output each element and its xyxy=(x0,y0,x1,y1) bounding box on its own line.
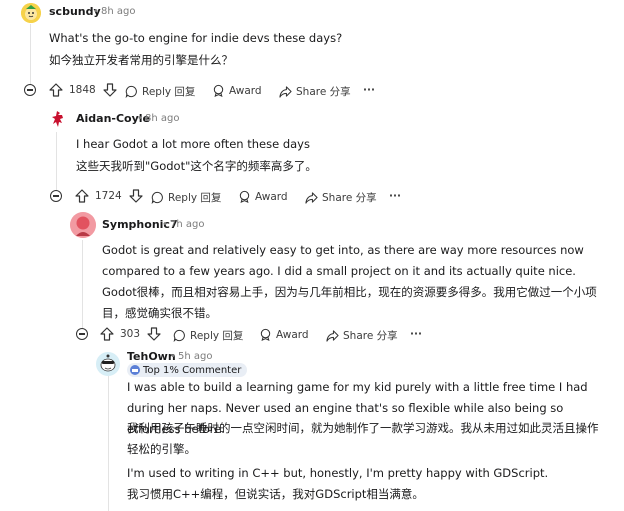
share-icon xyxy=(305,191,318,204)
comment-text-zh: Godot很棒，而且相对容易上手，因为与几年前相比，现在的资源要多得多。我用它做… xyxy=(102,285,597,320)
comment-text-zh: 我习惯用C++编程，但说实话，我对GDScript相当满意。 xyxy=(127,487,424,501)
comment-text-en: I hear Godot a lot more often these days xyxy=(76,137,310,151)
avatar[interactable] xyxy=(21,3,41,23)
separator-dot: • xyxy=(137,113,143,124)
upvote-icon[interactable] xyxy=(49,83,63,97)
share-label: Share 分享 xyxy=(322,192,377,204)
share-label: Share 分享 xyxy=(343,330,398,342)
upvote-icon[interactable] xyxy=(75,189,89,203)
vote-count: 303 xyxy=(120,328,141,340)
comment-text-en: What's the go-to engine for indie devs t… xyxy=(49,31,343,45)
thread-line-4[interactable] xyxy=(108,376,109,511)
comment-bubble-icon xyxy=(173,329,186,342)
reply-button[interactable]: Reply 回复 xyxy=(151,190,221,205)
award-label: Award xyxy=(255,190,288,203)
avatar[interactable] xyxy=(48,109,68,129)
award-label: Award xyxy=(229,84,262,97)
more-options-button[interactable]: ··· xyxy=(363,84,375,96)
thread-line-3[interactable] xyxy=(82,240,83,334)
vote-bar: 1848 xyxy=(49,83,117,97)
award-button[interactable]: Award xyxy=(212,84,262,97)
comment-text-en: I'm used to writing in C++ but, honestly… xyxy=(127,466,549,480)
vote-count: 1848 xyxy=(69,84,96,96)
username[interactable]: TehOwn xyxy=(127,350,176,363)
reply-label: Reply 回复 xyxy=(142,86,196,98)
avatar[interactable] xyxy=(70,212,96,238)
award-button[interactable]: Award xyxy=(259,328,309,341)
comment-bubble-icon xyxy=(125,85,138,98)
user-avatar-icon xyxy=(21,3,41,23)
share-label: Share 分享 xyxy=(296,86,351,98)
collapse-thread-button[interactable] xyxy=(76,328,88,340)
downvote-icon[interactable] xyxy=(147,327,161,341)
comment-bubble-icon xyxy=(151,191,164,204)
reply-label: Reply 回复 xyxy=(168,192,222,204)
share-button[interactable]: Share 分享 xyxy=(305,190,377,205)
downvote-icon[interactable] xyxy=(103,83,117,97)
award-icon xyxy=(212,84,225,97)
snoo-avatar-icon xyxy=(96,352,120,376)
vote-bar: 1724 xyxy=(75,189,143,203)
user-avatar-icon xyxy=(70,212,96,238)
separator-dot: • xyxy=(93,6,99,17)
comment-text-zh: 这些天我听到"Godot"这个名字的频率高多了。 xyxy=(76,159,317,173)
reply-button[interactable]: Reply 回复 xyxy=(173,328,243,343)
flair-icon xyxy=(130,365,140,375)
thread-line-1[interactable] xyxy=(30,24,31,90)
share-icon xyxy=(326,329,339,342)
collapse-thread-button[interactable] xyxy=(24,84,36,96)
share-button[interactable]: Share 分享 xyxy=(326,328,398,343)
comment-text-zh: 如今独立开发者常用的引擎是什么？ xyxy=(49,53,233,67)
separator-dot: • xyxy=(170,351,176,362)
timestamp[interactable]: 7h ago xyxy=(170,219,204,230)
upvote-icon[interactable] xyxy=(100,327,114,341)
timestamp[interactable]: 8h ago xyxy=(101,6,135,17)
more-options-button[interactable]: ··· xyxy=(389,190,401,202)
liverbird-avatar-icon xyxy=(52,111,63,127)
timestamp[interactable]: 5h ago xyxy=(178,351,212,362)
award-button[interactable]: Award xyxy=(238,190,288,203)
user-flair-badge: Top 1% Commenter xyxy=(127,363,248,377)
vote-count: 1724 xyxy=(95,190,122,202)
flair-label: Top 1% Commenter xyxy=(143,364,242,376)
share-icon xyxy=(279,85,292,98)
share-button[interactable]: Share 分享 xyxy=(279,84,351,99)
vote-bar: 303 xyxy=(100,327,161,341)
reply-label: Reply 回复 xyxy=(190,330,244,342)
comment-text-en: Godot is great and relatively easy to ge… xyxy=(102,243,584,278)
reply-button[interactable]: Reply 回复 xyxy=(125,84,195,99)
timestamp[interactable]: 8h ago xyxy=(145,113,179,124)
thread-line-2[interactable] xyxy=(56,132,57,196)
award-icon xyxy=(259,328,272,341)
collapse-thread-button[interactable] xyxy=(50,190,62,202)
downvote-icon[interactable] xyxy=(129,189,143,203)
avatar[interactable] xyxy=(96,352,120,376)
separator-dot: • xyxy=(162,219,168,230)
award-icon xyxy=(238,190,251,203)
comment-text-zh: 我利用孩子午睡时的一点空闲时间，就为她制作了一款学习游戏。我从未用过如此灵活且操… xyxy=(127,421,599,456)
more-options-button[interactable]: ··· xyxy=(410,328,422,340)
award-label: Award xyxy=(276,328,309,341)
